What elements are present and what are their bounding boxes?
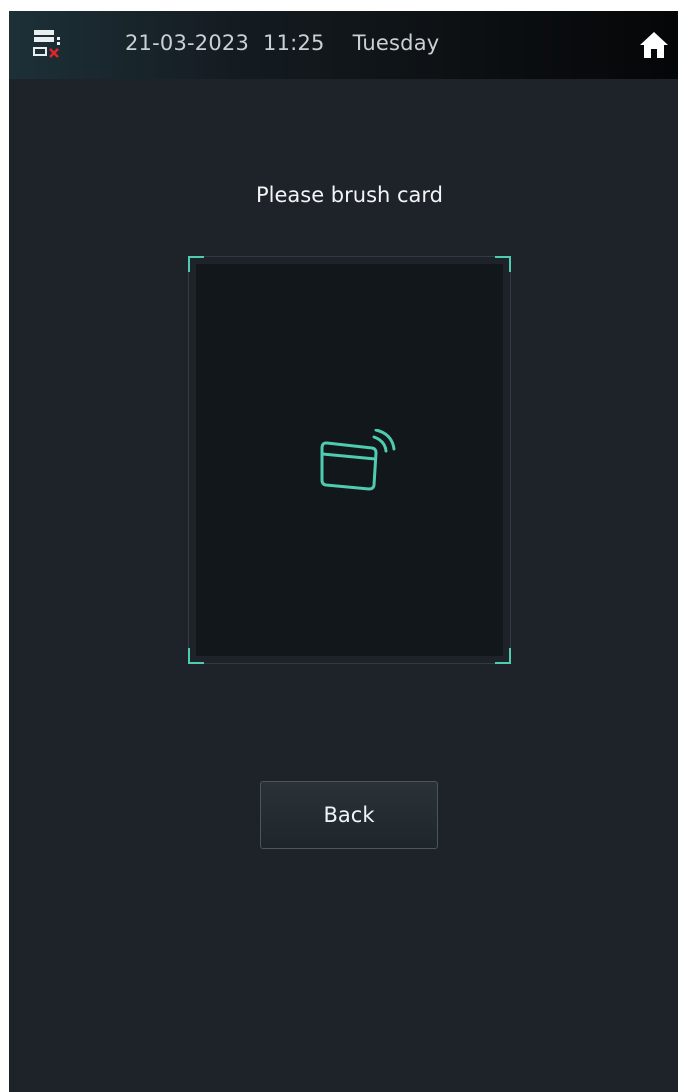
day-text: Tuesday <box>352 31 440 55</box>
frame-corner-bottom-left <box>188 648 204 664</box>
card-reader-screen: 21-03-2023 11:25 Tuesday Please brush card… <box>9 11 678 1092</box>
instruction-text: Please brush card <box>255 183 444 207</box>
date-text: 21-03-2023 <box>125 31 250 55</box>
contactless-card-icon <box>320 429 396 491</box>
date-time-display: 21-03-2023 11:25 Tuesday <box>125 31 439 55</box>
frame-corner-top-right <box>495 256 511 272</box>
frame-corner-bottom-right <box>495 648 511 664</box>
card-scan-area <box>188 256 511 664</box>
back-button[interactable]: Back <box>260 781 438 849</box>
frame-corner-top-left <box>188 256 204 272</box>
time-text: 11:25 <box>263 31 325 55</box>
home-icon[interactable] <box>639 30 669 60</box>
network-disconnected-icon <box>33 30 60 58</box>
status-bar: 21-03-2023 11:25 Tuesday <box>9 11 678 79</box>
